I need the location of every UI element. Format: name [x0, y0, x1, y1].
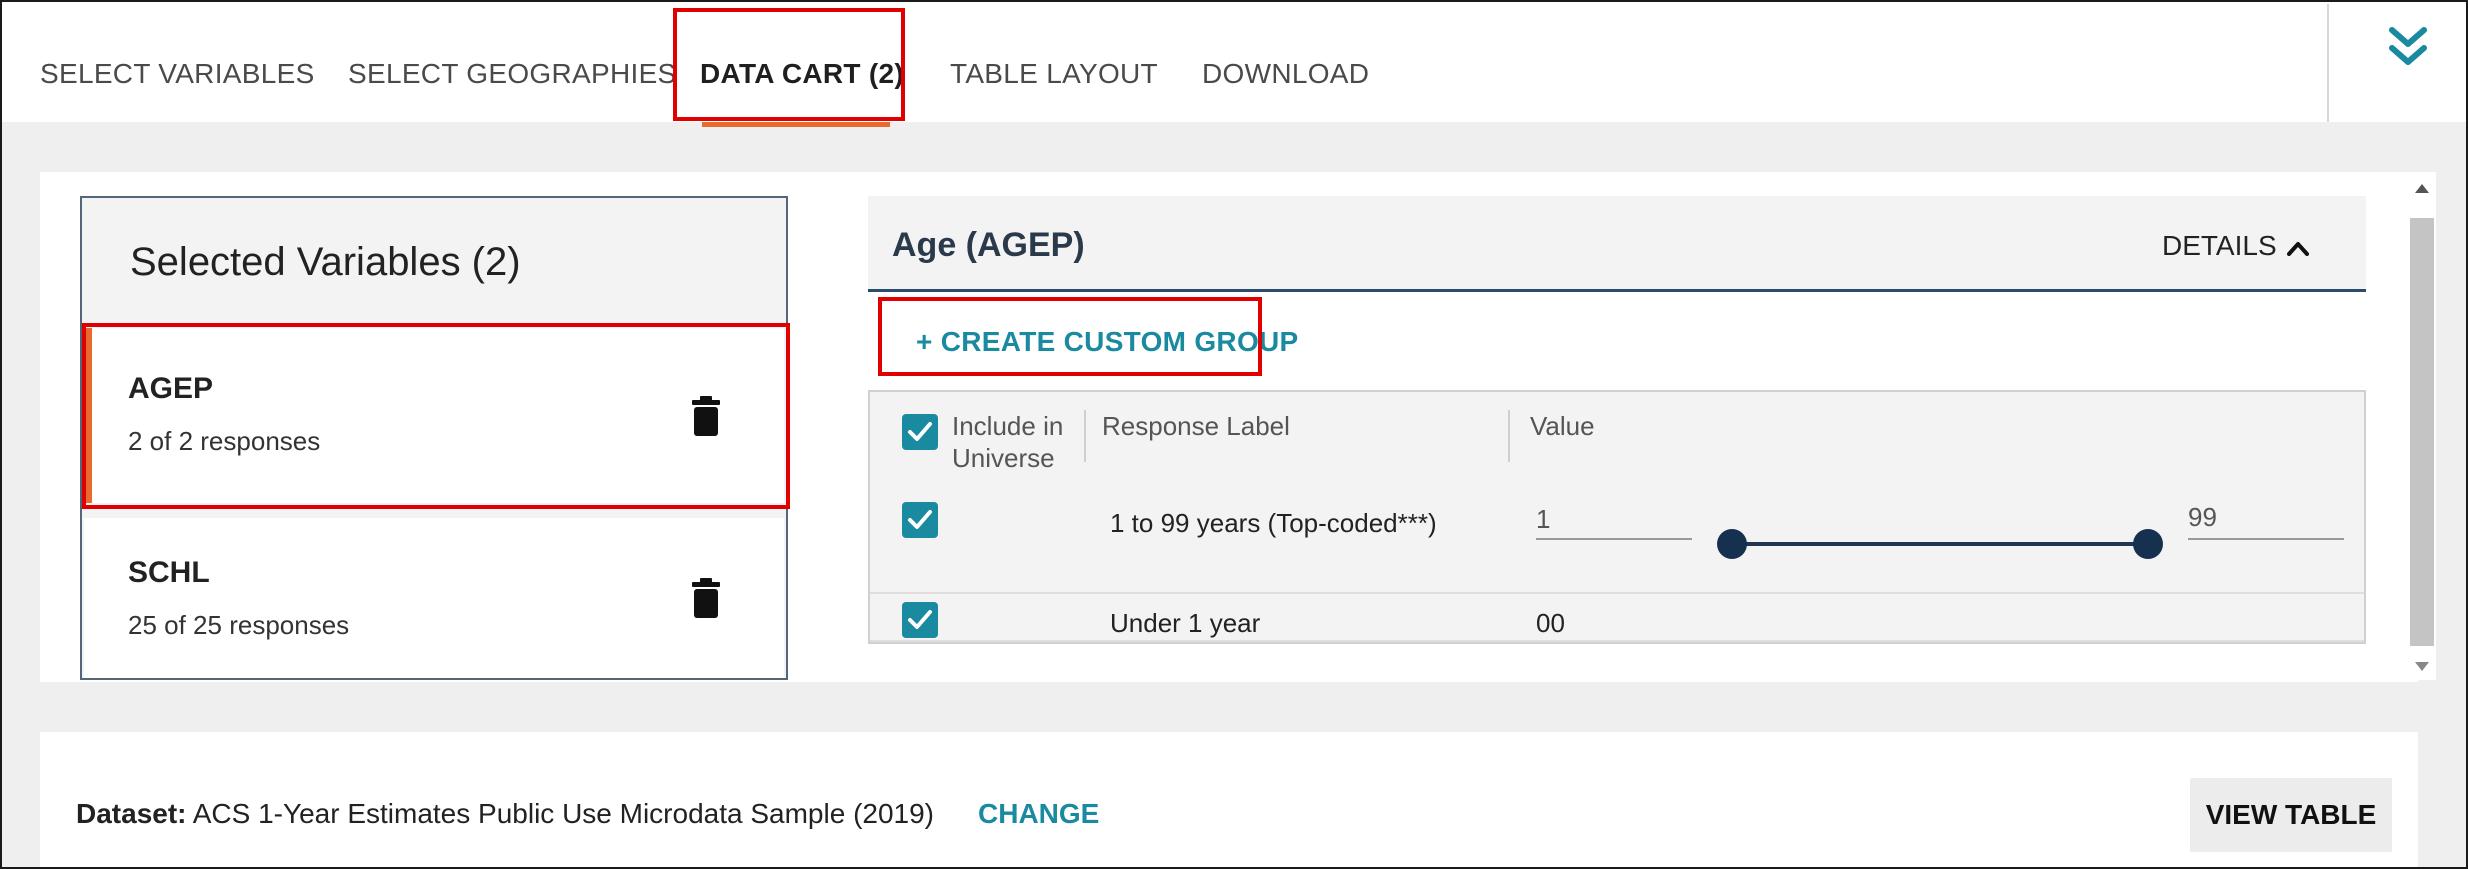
tab-download[interactable]: DOWNLOAD	[1202, 58, 1369, 90]
scroll-up-arrow-icon[interactable]	[2415, 184, 2429, 193]
variable-panel-header: Age (AGEP) DETAILS	[868, 196, 2366, 292]
table-row: Under 1 year 00	[870, 594, 2364, 642]
selected-variables-title: Selected Variables (2)	[130, 240, 521, 284]
column-separator	[1084, 410, 1086, 462]
scrollbar-thumb[interactable]	[2410, 218, 2434, 646]
response-value: 00	[1536, 608, 1565, 638]
variable-name: SCHL	[128, 556, 210, 589]
dataset-value: ACS 1-Year Estimates Public Use Microdat…	[192, 798, 935, 829]
include-checkbox[interactable]	[902, 602, 938, 638]
column-header-include-line2: Universe	[952, 443, 1055, 473]
nav-divider	[2327, 4, 2329, 122]
top-nav: SELECT VARIABLES SELECT GEOGRAPHIES DATA…	[2, 2, 2466, 122]
checkmark-icon	[908, 510, 932, 529]
variable-panel-title: Age (AGEP)	[892, 226, 1085, 264]
active-tab-indicator	[702, 122, 890, 127]
vertical-scrollbar[interactable]	[2408, 172, 2436, 680]
column-header-include-line1: Include in	[952, 411, 1064, 441]
response-label: 1 to 99 years (Top-coded***)	[1110, 508, 1437, 538]
checkmark-icon	[908, 422, 932, 441]
table-row: 1 to 99 years (Top-coded***) 1 99	[870, 492, 2364, 594]
tab-table-layout[interactable]: TABLE LAYOUT	[950, 58, 1158, 90]
trash-icon[interactable]	[690, 578, 722, 618]
variable-item-schl[interactable]: SCHL 25 of 25 responses	[84, 518, 784, 678]
column-header-value: Value	[1530, 411, 1595, 441]
checkmark-icon	[908, 610, 932, 629]
dataset-info: Dataset: ACS 1-Year Estimates Public Use…	[76, 798, 934, 830]
details-toggle[interactable]: DETAILS	[2162, 230, 2309, 262]
highlight-agep-item	[82, 323, 790, 509]
highlight-create-custom-group	[878, 297, 1262, 376]
double-chevron-down-icon[interactable]	[2388, 26, 2428, 70]
chevron-up-icon	[2286, 241, 2309, 256]
scroll-down-arrow-icon[interactable]	[2415, 662, 2429, 671]
responses-table: Include in Universe Response Label Value…	[868, 390, 2366, 644]
dataset-label: Dataset:	[76, 798, 187, 829]
details-label: DETAILS	[2162, 230, 2277, 261]
column-header-include: Include in Universe	[952, 410, 1063, 474]
range-min-input[interactable]: 1	[1536, 504, 1692, 540]
response-label: Under 1 year	[1110, 608, 1261, 638]
tab-select-geographies[interactable]: SELECT GEOGRAPHIES	[348, 58, 677, 90]
change-dataset-link[interactable]: CHANGE	[978, 798, 1099, 830]
range-slider-min-handle[interactable]	[1717, 529, 1747, 559]
table-header: Include in Universe Response Label Value	[870, 392, 2364, 494]
include-checkbox[interactable]	[902, 502, 938, 538]
column-header-response-label: Response Label	[1102, 411, 1290, 441]
range-slider-max-handle[interactable]	[2133, 529, 2163, 559]
footer-bar: Dataset: ACS 1-Year Estimates Public Use…	[40, 732, 2418, 867]
view-table-button[interactable]: VIEW TABLE	[2190, 778, 2392, 852]
tab-select-variables[interactable]: SELECT VARIABLES	[40, 58, 315, 90]
include-all-checkbox[interactable]	[902, 414, 938, 450]
highlight-data-cart-tab	[673, 8, 905, 121]
column-separator	[1508, 410, 1510, 462]
range-max-input[interactable]: 99	[2188, 502, 2344, 540]
range-slider-track[interactable]	[1732, 542, 2148, 546]
variable-response-count: 25 of 25 responses	[128, 610, 350, 640]
